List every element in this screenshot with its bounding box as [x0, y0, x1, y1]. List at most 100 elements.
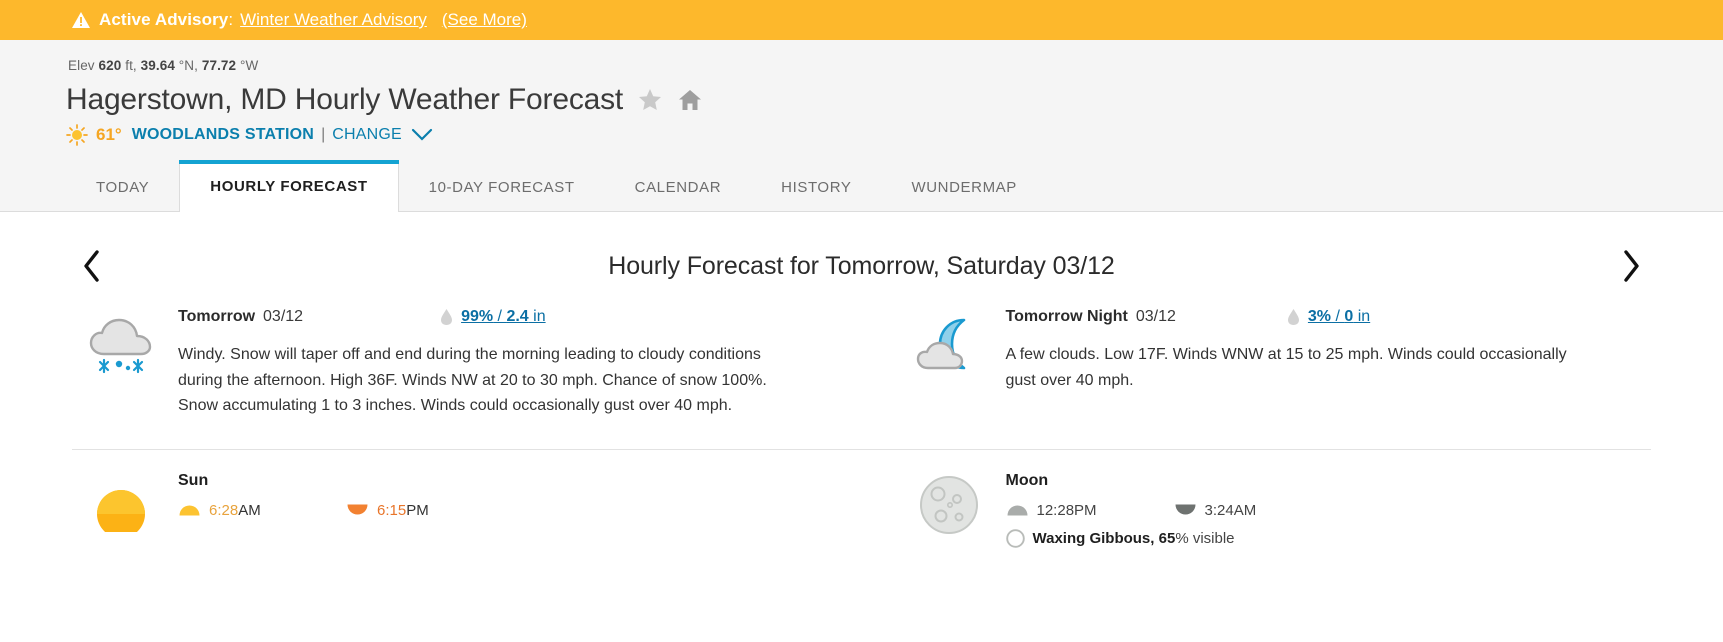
advisory-colon: :	[228, 10, 234, 29]
sunset-unit: PM	[406, 501, 429, 519]
tab-history[interactable]: HISTORY	[751, 163, 881, 211]
tab-calendar[interactable]: CALENDAR	[605, 163, 752, 211]
tab-10-day-forecast[interactable]: 10-DAY FORECAST	[399, 163, 605, 211]
forecast-night-column: Tomorrow Night 03/12 3% / 0 in A few clo…	[862, 308, 1652, 419]
moon-times: 12:28PM 3:24AM	[1006, 502, 1652, 519]
forecast-main: Hourly Forecast for Tomorrow, Saturday 0…	[0, 246, 1723, 419]
advisory-see-more-link[interactable]: (See More)	[442, 10, 527, 30]
forecast-day-date: 03/12	[263, 308, 304, 325]
tab-label: TODAY	[96, 178, 150, 196]
sunrise-unit: AM	[238, 501, 261, 519]
station-name-link[interactable]: WOODLANDS STATION	[132, 126, 314, 144]
sunrise-item: 6:28 AM	[178, 502, 346, 519]
advisory-link[interactable]: Winter Weather Advisory	[240, 10, 427, 30]
forecast-columns: Tomorrow 03/12 99% / 2.4 in Windy. Snow …	[72, 308, 1651, 419]
forecast-header: Hourly Forecast for Tomorrow, Saturday 0…	[72, 246, 1651, 286]
title-row: Hagerstown, MD Hourly Weather Forecast	[0, 83, 1723, 117]
moon-phase-name: Waxing Gibbous,	[1032, 529, 1155, 547]
moon-phase-visibility: 65% visible	[1154, 529, 1235, 547]
moon-body: Moon 12:28PM 3:24AM Waxing Gibbous, 65% …	[998, 472, 1652, 548]
chevron-right-icon[interactable]	[1611, 246, 1651, 286]
sun-body: Sun 6:28 AM 6:15 PM	[170, 472, 862, 548]
forecast-night-precipitation: 3% / 0 in	[1286, 308, 1370, 326]
sunrise-icon	[178, 503, 201, 517]
chevron-left-icon[interactable]	[72, 246, 112, 286]
moonset-icon	[1174, 503, 1197, 517]
elev-unit: ft,	[125, 58, 137, 73]
precip-chance: 99%	[461, 308, 494, 325]
forecast-day-meta: Tomorrow 03/12 99% / 2.4 in	[178, 308, 862, 326]
precip-unit: in	[1353, 308, 1371, 325]
raindrop-icon	[1286, 308, 1301, 326]
moonrise-time: 12:28PM	[1036, 501, 1097, 519]
tab-hourly-forecast[interactable]: HOURLY FORECAST	[179, 160, 400, 212]
elev-value: 620	[98, 58, 122, 73]
forecast-day-period: Tomorrow	[178, 308, 256, 325]
forecast-night-description: A few clouds. Low 17F. Winds WNW at 15 t…	[1005, 346, 1567, 389]
sunset-item: 6:15 PM	[346, 502, 514, 519]
change-station-link[interactable]: CHANGE	[332, 126, 402, 144]
moonset-time: 3:24AM	[1204, 501, 1257, 519]
moon-title: Moon	[1005, 471, 1049, 489]
raindrop-icon	[439, 308, 454, 326]
station-row: 61° WOODLANDS STATION | CHANGE	[0, 124, 1723, 146]
precip-separator: /	[493, 308, 507, 325]
precip-separator: /	[1331, 308, 1345, 325]
forecast-night-meta: Tomorrow Night 03/12 3% / 0 in	[1006, 308, 1652, 326]
forecast-day-column: Tomorrow 03/12 99% / 2.4 in Windy. Snow …	[72, 308, 862, 419]
moon-phase-icon	[1005, 528, 1025, 548]
sunset-time: 6:15	[377, 501, 407, 519]
forecast-night-text: Tomorrow Night 03/12 3% / 0 in A few clo…	[998, 308, 1652, 419]
forecast-title: Hourly Forecast for Tomorrow, Saturday 0…	[608, 251, 1115, 280]
moon-phase-suffix: % visible	[1175, 529, 1235, 547]
sun-title: Sun	[178, 471, 209, 489]
precip-amount: 0	[1344, 308, 1354, 325]
tab-label: CALENDAR	[634, 178, 722, 196]
moon-icon	[900, 472, 998, 548]
latitude-value: 39.64	[140, 58, 175, 73]
warning-triangle-icon	[72, 12, 90, 28]
tab-label: HISTORY	[781, 178, 852, 196]
longitude-value: 77.72	[201, 58, 237, 73]
moon-cloud-icon	[900, 308, 998, 419]
moon-column: Moon 12:28PM 3:24AM Waxing Gibbous, 65% …	[862, 472, 1652, 548]
advisory-banner: Active Advisory : Winter Weather Advisor…	[0, 0, 1723, 40]
sun-icon	[72, 472, 170, 548]
tab-label: 10-DAY FORECAST	[428, 178, 575, 196]
tab-label: WUNDERMAP	[911, 178, 1017, 196]
precip-amount: 2.4	[506, 308, 529, 325]
home-icon[interactable]	[677, 87, 703, 113]
moonset-item: 3:24AM	[1174, 502, 1342, 519]
forecast-day-description: Windy. Snow will taper off and end durin…	[178, 346, 767, 414]
tab-label: HOURLY FORECAST	[210, 177, 368, 195]
moonrise-icon	[1006, 503, 1029, 517]
precip-chance: 3%	[1307, 308, 1332, 325]
forecast-day-precip-link[interactable]: 99% / 2.4 in	[461, 308, 546, 326]
astronomy-section: Sun 6:28 AM 6:15 PM Moon 12:28PM 3:24AM …	[0, 472, 1723, 548]
sun-times: 6:28 AM 6:15 PM	[178, 502, 862, 519]
precip-unit: in	[528, 308, 546, 325]
tab-today[interactable]: TODAY	[66, 163, 179, 211]
moon-phase-percent: 65	[1158, 529, 1176, 547]
snow-cloud-icon	[72, 308, 170, 419]
sunset-icon	[346, 503, 369, 517]
forecast-day-text: Tomorrow 03/12 99% / 2.4 in Windy. Snow …	[170, 308, 862, 419]
sunrise-time: 6:28	[209, 501, 239, 519]
sun-column: Sun 6:28 AM 6:15 PM	[72, 472, 862, 548]
current-temperature: 61°	[96, 125, 122, 144]
longitude-unit: °W	[240, 58, 259, 73]
chevron-down-icon[interactable]	[411, 128, 433, 142]
latitude-unit: °N,	[178, 58, 198, 73]
page-title: Hagerstown, MD Hourly Weather Forecast	[66, 83, 624, 116]
sun-icon	[66, 124, 88, 146]
forecast-day-precipitation: 99% / 2.4 in	[439, 308, 546, 326]
separator: |	[321, 126, 326, 143]
forecast-night-precip-link[interactable]: 3% / 0 in	[1308, 308, 1370, 326]
moonrise-item: 12:28PM	[1006, 502, 1174, 519]
elev-prefix: Elev	[68, 58, 95, 73]
section-divider	[72, 448, 1651, 450]
tab-wundermap[interactable]: WUNDERMAP	[881, 163, 1046, 211]
elevation-coordinates: Elev 620 ft, 39.64 °N, 77.72 °W	[0, 58, 1723, 73]
forecast-night-date: 03/12	[1135, 308, 1176, 325]
star-icon[interactable]	[637, 87, 663, 113]
